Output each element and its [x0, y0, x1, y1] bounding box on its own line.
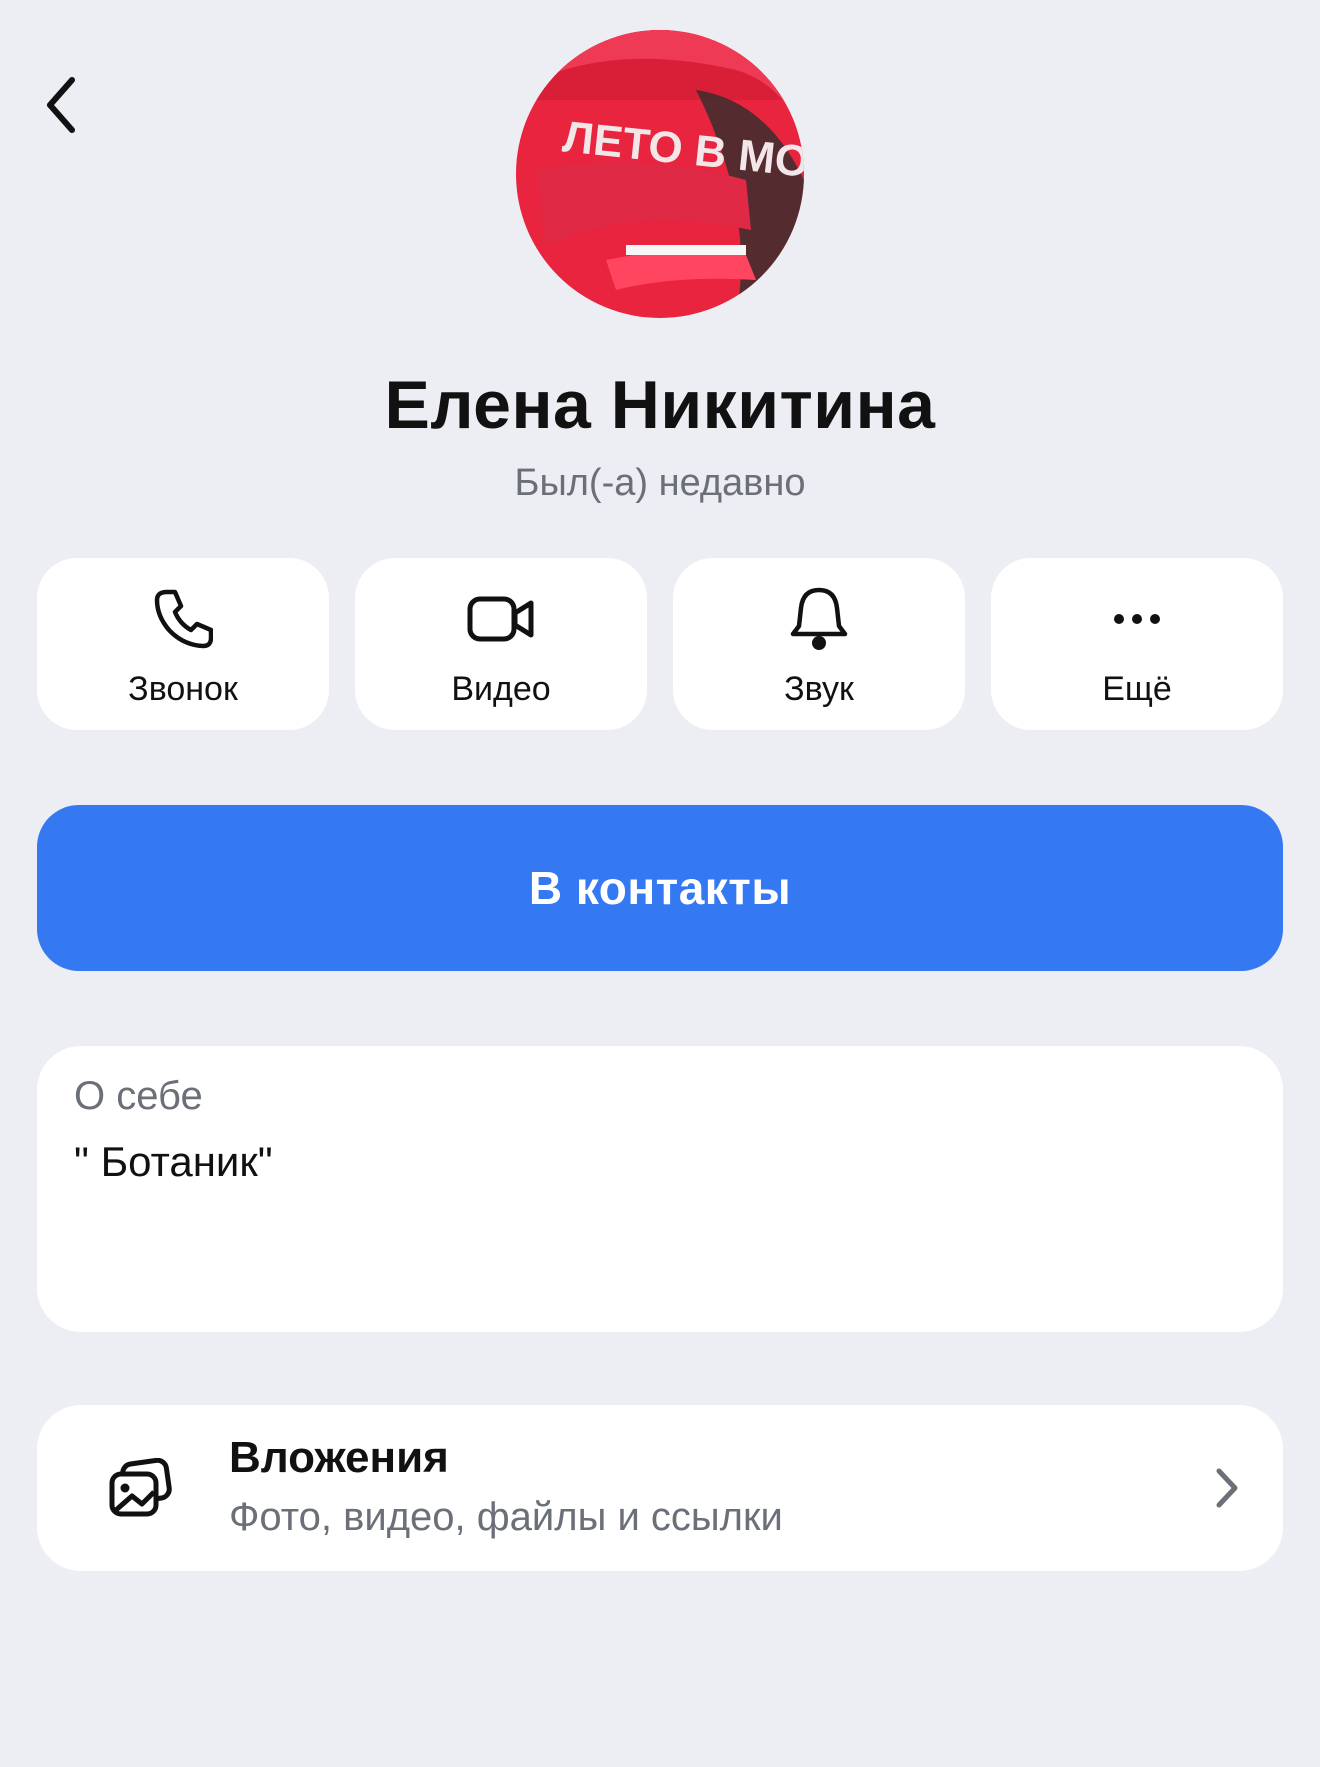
more-label: Ещё [1102, 670, 1172, 708]
about-title: О себе [74, 1074, 203, 1118]
back-button[interactable] [36, 70, 86, 140]
sound-button[interactable]: Звук [673, 558, 965, 730]
avatar-photo: ЛЕТО В МОСКВЕ [516, 30, 804, 318]
attachments-title: Вложения [229, 1433, 449, 1482]
video-button[interactable]: Видео [355, 558, 647, 730]
call-button[interactable]: Звонок [37, 558, 329, 730]
action-buttons: Звонок Видео Звук Ещё [37, 558, 1283, 730]
chevron-right-icon [1216, 1468, 1238, 1508]
add-to-contacts-button[interactable]: В контакты [37, 805, 1283, 971]
call-label: Звонок [128, 670, 238, 708]
about-text: " Ботаник" [74, 1138, 273, 1185]
about-card: О себе " Ботаник" [37, 1046, 1283, 1332]
phone-icon [154, 589, 213, 649]
contact-status: Был(-а) недавно [514, 462, 806, 504]
avatar[interactable]: ЛЕТО В МОСКВЕ [516, 30, 804, 318]
attachments-row[interactable]: Вложения Фото, видео, файлы и ссылки [37, 1405, 1283, 1571]
bell-icon [790, 587, 848, 650]
attachments-subtitle: Фото, видео, файлы и ссылки [229, 1495, 783, 1539]
contact-name: Елена Никитина [384, 367, 936, 443]
video-camera-icon [467, 596, 534, 642]
sound-label: Звук [784, 670, 854, 708]
video-label: Видео [451, 670, 551, 708]
gallery-icon [109, 1458, 172, 1517]
more-icon [1114, 614, 1160, 624]
more-button[interactable]: Ещё [991, 558, 1283, 730]
chevron-left-icon [47, 77, 75, 133]
